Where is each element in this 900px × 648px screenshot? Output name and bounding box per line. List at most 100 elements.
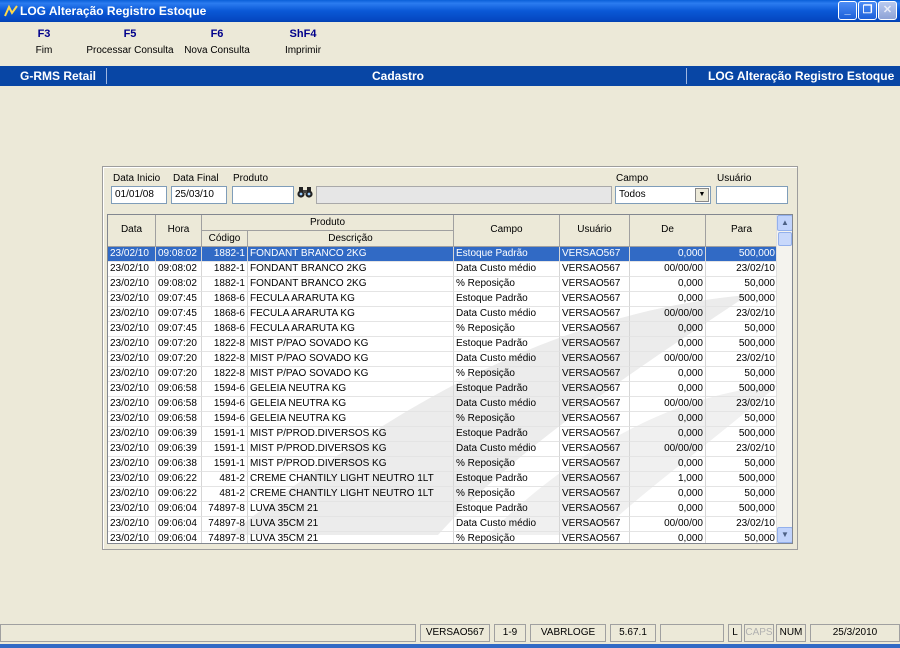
- table-row[interactable]: 23/02/10 09:06:58 1594-6 GELEIA NEUTRA KG Es…: [108, 382, 778, 397]
- col-header-campo[interactable]: Campo: [454, 215, 560, 247]
- tool-imprimir[interactable]: ShF4 Imprimir: [278, 28, 328, 56]
- cell-para: 500,000: [706, 472, 778, 487]
- data-final-label: Data Final: [173, 173, 219, 184]
- col-header-data[interactable]: Data: [108, 215, 156, 247]
- cell-hora: 09:06:39: [156, 427, 202, 442]
- produto-field[interactable]: [232, 186, 294, 204]
- col-header-para[interactable]: Para: [706, 215, 778, 247]
- col-header-codigo[interactable]: Código: [202, 231, 248, 247]
- cell-data: 23/02/10: [108, 502, 156, 517]
- vertical-scrollbar[interactable]: ▲ ▼: [776, 215, 792, 543]
- binoculars-icon[interactable]: [296, 185, 314, 199]
- scroll-up-button[interactable]: ▲: [777, 215, 792, 231]
- table-row[interactable]: 23/02/10 09:06:39 1591-1 MIST P/PROD.DIVERS…: [108, 442, 778, 457]
- close-button[interactable]: ✕: [878, 1, 897, 20]
- data-inicio-field[interactable]: 01/01/08: [111, 186, 167, 204]
- cell-hora: 09:06:38: [156, 457, 202, 472]
- table-row[interactable]: 23/02/10 09:08:02 1882-1 FONDANT BRANCO 2KG…: [108, 262, 778, 277]
- cell-hora: 09:07:45: [156, 292, 202, 307]
- cell-codigo: 1882-1: [202, 247, 248, 262]
- cell-codigo: 1882-1: [202, 277, 248, 292]
- cell-descricao: FECULA ARARUTA KG: [248, 292, 454, 307]
- cell-usuario: VERSAO567: [560, 277, 630, 292]
- cell-de: 0,000: [630, 337, 706, 352]
- table-row[interactable]: 23/02/10 09:07:45 1868-6 FECULA ARARUTA KG E…: [108, 292, 778, 307]
- function-key-toolbar: F3 Fim F5 Processar Consulta F6 Nova Con…: [0, 22, 900, 66]
- cell-de: 0,000: [630, 502, 706, 517]
- cell-de: 0,000: [630, 247, 706, 262]
- col-header-de[interactable]: De: [630, 215, 706, 247]
- log-grid[interactable]: Data Hora Produto Código Descrição Campo…: [107, 214, 793, 544]
- restore-button[interactable]: ❐: [858, 1, 877, 20]
- table-row[interactable]: 23/02/10 09:06:39 1591-1 MIST P/PROD.DIVERS…: [108, 427, 778, 442]
- cell-usuario: VERSAO567: [560, 472, 630, 487]
- table-row[interactable]: 23/02/10 09:06:38 1591-1 MIST P/PROD.DIVERS…: [108, 457, 778, 472]
- cell-de: 0,000: [630, 292, 706, 307]
- chevron-down-icon[interactable]: ▼: [695, 188, 709, 202]
- table-row[interactable]: 23/02/10 09:07:45 1868-6 FECULA ARARUTA KG D…: [108, 307, 778, 322]
- cell-descricao: MIST P/PAO SOVADO KG: [248, 352, 454, 367]
- query-panel: Data Inicio 01/01/08 Data Final 25/03/10…: [102, 166, 798, 550]
- cell-usuario: VERSAO567: [560, 352, 630, 367]
- table-row[interactable]: 23/02/10 09:07:20 1822-8 MIST P/PAO SOVADO …: [108, 367, 778, 382]
- cell-codigo: 1822-8: [202, 367, 248, 382]
- scroll-down-button[interactable]: ▼: [777, 527, 792, 543]
- taskbar-edge: [0, 644, 900, 648]
- cell-data: 23/02/10: [108, 367, 156, 382]
- col-header-hora[interactable]: Hora: [156, 215, 202, 247]
- cell-codigo: 1822-8: [202, 337, 248, 352]
- table-row[interactable]: 23/02/10 09:06:04 74897-8 LUVA 35CM 21 Estoq…: [108, 502, 778, 517]
- cell-data: 23/02/10: [108, 517, 156, 532]
- cell-campo: Estoque Padrão: [454, 502, 560, 517]
- tool-fim[interactable]: F3 Fim: [24, 28, 64, 56]
- table-row[interactable]: 23/02/10 09:08:02 1882-1 FONDANT BRANCO 2KG…: [108, 247, 778, 262]
- table-row[interactable]: 23/02/10 09:08:02 1882-1 FONDANT BRANCO 2KG…: [108, 277, 778, 292]
- cell-descricao: MIST P/PAO SOVADO KG: [248, 367, 454, 382]
- cell-codigo: 1594-6: [202, 412, 248, 427]
- minimize-button[interactable]: _: [838, 1, 857, 20]
- cell-de: 0,000: [630, 532, 706, 543]
- table-row[interactable]: 23/02/10 09:06:04 74897-8 LUVA 35CM 21 Data …: [108, 517, 778, 532]
- data-final-field[interactable]: 25/03/10: [171, 186, 227, 204]
- table-row[interactable]: 23/02/10 09:06:58 1594-6 GELEIA NEUTRA KG% …: [108, 412, 778, 427]
- status-page: 1-9: [494, 624, 526, 642]
- table-row[interactable]: 23/02/10 09:06:04 74897-8 LUVA 35CM 21% Rep…: [108, 532, 778, 543]
- cell-para: 50,000: [706, 322, 778, 337]
- tool-processar-consulta[interactable]: F5 Processar Consulta: [86, 28, 174, 56]
- cell-codigo: 481-2: [202, 487, 248, 502]
- cell-data: 23/02/10: [108, 427, 156, 442]
- cell-hora: 09:06:58: [156, 412, 202, 427]
- cell-descricao: LUVA 35CM 21: [248, 517, 454, 532]
- usuario-field[interactable]: [716, 186, 788, 204]
- table-row[interactable]: 23/02/10 09:06:22 481-2 CREME CHANTILY LIGH…: [108, 472, 778, 487]
- table-row[interactable]: 23/02/10 09:06:58 1594-6 GELEIA NEUTRA KG Da…: [108, 397, 778, 412]
- campo-select-value: Todos: [619, 189, 646, 200]
- table-row[interactable]: 23/02/10 09:06:22 481-2 CREME CHANTILY LIGH…: [108, 487, 778, 502]
- data-inicio-label: Data Inicio: [113, 173, 161, 184]
- cell-data: 23/02/10: [108, 487, 156, 502]
- table-row[interactable]: 23/02/10 09:07:45 1868-6 FECULA ARARUTA KG%…: [108, 322, 778, 337]
- cell-usuario: VERSAO567: [560, 367, 630, 382]
- tool-nova-consulta[interactable]: F6 Nova Consulta: [182, 28, 252, 56]
- cell-campo: Estoque Padrão: [454, 472, 560, 487]
- table-row[interactable]: 23/02/10 09:07:20 1822-8 MIST P/PAO SOVADO …: [108, 352, 778, 367]
- cell-campo: Data Custo médio: [454, 352, 560, 367]
- cell-de: 00/00/00: [630, 307, 706, 322]
- scroll-thumb[interactable]: [778, 232, 792, 246]
- col-header-usuario[interactable]: Usuário: [560, 215, 630, 247]
- cell-para: 23/02/10: [706, 517, 778, 532]
- cell-descricao: FONDANT BRANCO 2KG: [248, 262, 454, 277]
- close-icon: ✕: [882, 4, 893, 16]
- cell-data: 23/02/10: [108, 397, 156, 412]
- cell-para: 500,000: [706, 382, 778, 397]
- cell-data: 23/02/10: [108, 247, 156, 262]
- table-row[interactable]: 23/02/10 09:07:20 1822-8 MIST P/PAO SOVADO …: [108, 337, 778, 352]
- cell-codigo: 1822-8: [202, 352, 248, 367]
- cell-para: 50,000: [706, 367, 778, 382]
- minimize-icon: _: [844, 4, 851, 16]
- cell-de: 0,000: [630, 277, 706, 292]
- col-header-descricao[interactable]: Descrição: [248, 231, 454, 247]
- cell-para: 23/02/10: [706, 262, 778, 277]
- header-section: Cadastro: [372, 69, 425, 83]
- campo-select[interactable]: Todos ▼: [615, 186, 711, 204]
